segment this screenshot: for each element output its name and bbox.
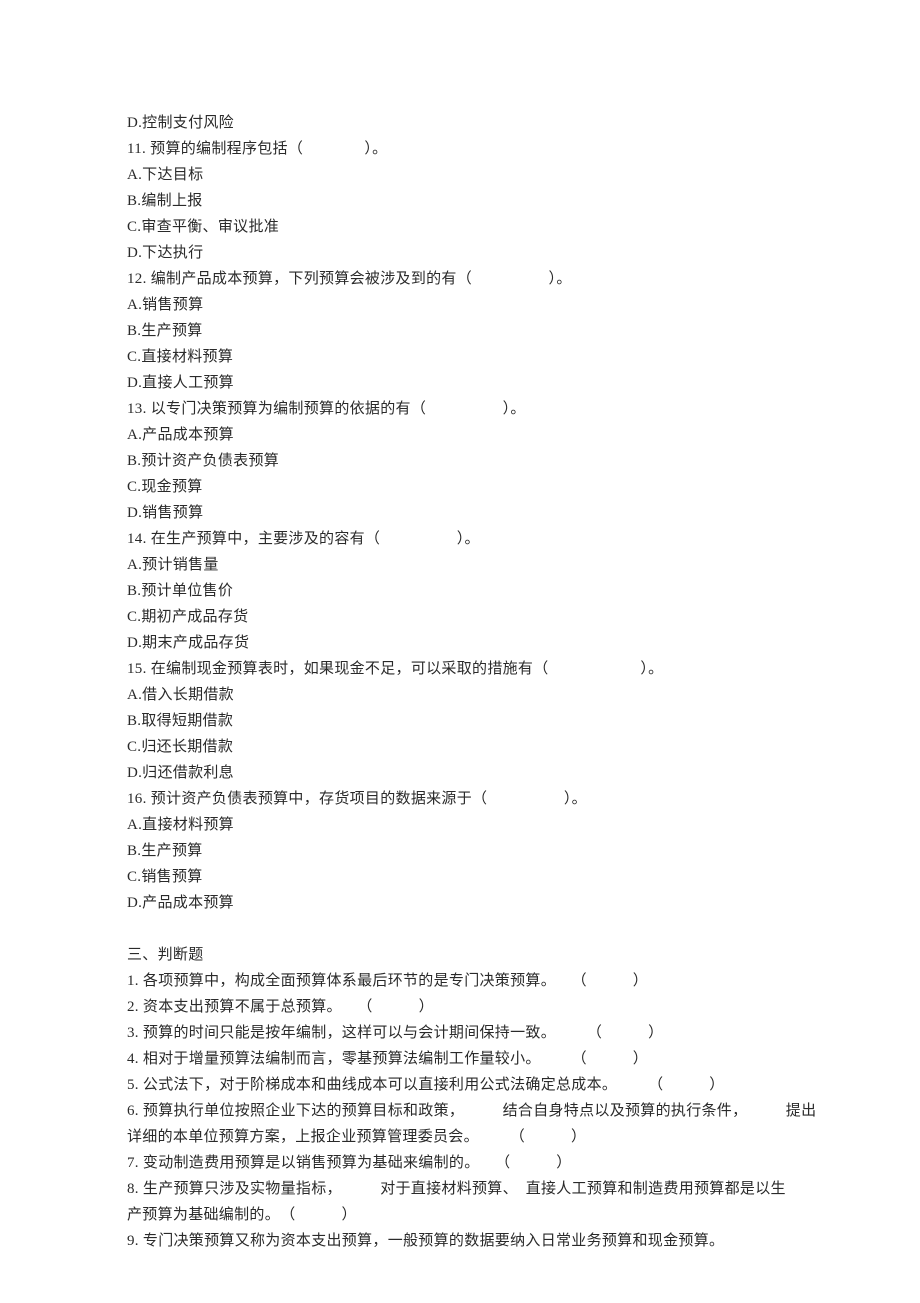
option-line: B.预计资产负债表预算 (127, 448, 793, 474)
document-page: D.控制支付风险 11. 预算的编制程序包括（ ）。 A.下达目标 B.编制上报… (0, 0, 920, 1294)
question-stem: 16. 预计资产负债表预算中，存货项目的数据来源于（ ）。 (127, 786, 793, 812)
option-line: D.直接人工预算 (127, 370, 793, 396)
option-line: D.期末产成品存货 (127, 630, 793, 656)
judgment-line: 产预算为基础编制的。 （ ） (127, 1202, 793, 1228)
question-stem: 12. 编制产品成本预算，下列预算会被涉及到的有（ ）。 (127, 266, 793, 292)
option-line: B.取得短期借款 (127, 708, 793, 734)
judgment-line: 7. 变动制造费用预算是以销售预算为基础来编制的。 （ ） (127, 1150, 793, 1176)
judgment-line: 4. 相对于增量预算法编制而言，零基预算法编制工作量较小。 （ ） (127, 1046, 793, 1072)
option-line: C.现金预算 (127, 474, 793, 500)
option-line: A.直接材料预算 (127, 812, 793, 838)
section-gap (127, 916, 793, 942)
question-11: 11. 预算的编制程序包括（ ）。 A.下达目标 B.编制上报 C.审查平衡、审… (127, 136, 793, 266)
option-line: A.销售预算 (127, 292, 793, 318)
option-line: C.销售预算 (127, 864, 793, 890)
question-13: 13. 以专门决策预算为编制预算的依据的有（ ）。 A.产品成本预算 B.预计资… (127, 396, 793, 526)
judgment-line: 详细的本单位预算方案，上报企业预算管理委员会。 （ ） (127, 1124, 793, 1150)
question-stem: 13. 以专门决策预算为编制预算的依据的有（ ）。 (127, 396, 793, 422)
option-line: D.下达执行 (127, 240, 793, 266)
option-line: C.归还长期借款 (127, 734, 793, 760)
option-line: C.审查平衡、审议批准 (127, 214, 793, 240)
option-line: D.产品成本预算 (127, 890, 793, 916)
option-line: D.控制支付风险 (127, 110, 793, 136)
judgment-line: 2. 资本支出预算不属于总预算。 （ ） (127, 994, 793, 1020)
option-line: C.直接材料预算 (127, 344, 793, 370)
option-line: B.编制上报 (127, 188, 793, 214)
question-15: 15. 在编制现金预算表时，如果现金不足，可以采取的措施有（ ）。 A.借入长期… (127, 656, 793, 786)
option-line: B.生产预算 (127, 838, 793, 864)
question-stem: 14. 在生产预算中，主要涉及的容有（ ）。 (127, 526, 793, 552)
option-line: A.预计销售量 (127, 552, 793, 578)
option-line: D.归还借款利息 (127, 760, 793, 786)
section-header: 三、判断题 (127, 942, 793, 968)
option-line: C.期初产成品存货 (127, 604, 793, 630)
question-stem: 15. 在编制现金预算表时，如果现金不足，可以采取的措施有（ ）。 (127, 656, 793, 682)
option-line: B.生产预算 (127, 318, 793, 344)
question-12: 12. 编制产品成本预算，下列预算会被涉及到的有（ ）。 A.销售预算 B.生产… (127, 266, 793, 396)
judgment-line: 5. 公式法下，对于阶梯成本和曲线成本可以直接利用公式法确定总成本。 （ ） (127, 1072, 793, 1098)
judgment-line: 8. 生产预算只涉及实物量指标， 对于直接材料预算、 直接人工预算和制造费用预算… (127, 1176, 793, 1202)
option-line: A.借入长期借款 (127, 682, 793, 708)
judgment-line: 3. 预算的时间只能是按年编制，这样可以与会计期间保持一致。 （ ） (127, 1020, 793, 1046)
question-stem: 11. 预算的编制程序包括（ ）。 (127, 136, 793, 162)
question-14: 14. 在生产预算中，主要涉及的容有（ ）。 A.预计销售量 B.预计单位售价 … (127, 526, 793, 656)
judgment-line: 6. 预算执行单位按照企业下达的预算目标和政策， 结合自身特点以及预算的执行条件… (127, 1098, 793, 1124)
judgment-line: 1. 各项预算中，构成全面预算体系最后环节的是专门决策预算。 （ ） (127, 968, 793, 994)
question-16: 16. 预计资产负债表预算中，存货项目的数据来源于（ ）。 A.直接材料预算 B… (127, 786, 793, 916)
option-line: A.下达目标 (127, 162, 793, 188)
option-line: A.产品成本预算 (127, 422, 793, 448)
option-line: B.预计单位售价 (127, 578, 793, 604)
option-line: D.销售预算 (127, 500, 793, 526)
judgment-line: 9. 专门决策预算又称为资本支出预算，一般预算的数据要纳入日常业务预算和现金预算… (127, 1228, 793, 1254)
